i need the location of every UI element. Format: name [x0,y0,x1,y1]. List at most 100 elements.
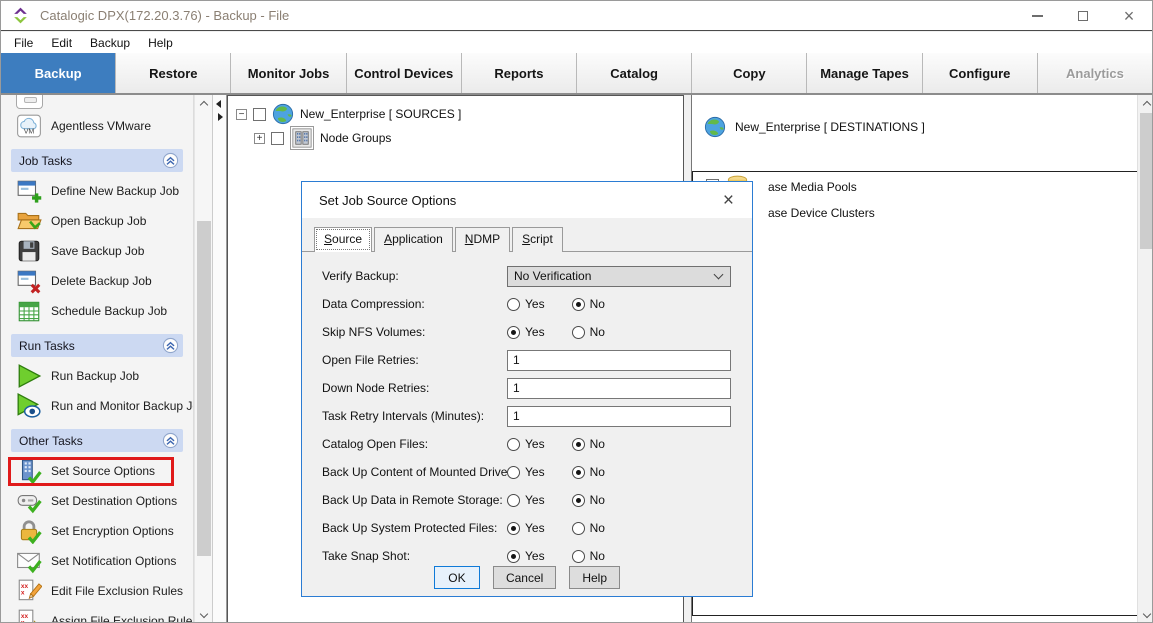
sidebar-splitter[interactable] [212,95,227,623]
radio-icon [572,466,585,479]
sidebar-item-open-backup-job[interactable]: Open Backup Job [1,206,179,236]
sidebar-item-agentless-vmware[interactable]: VM Agentless VMware [1,111,179,141]
tab-configure[interactable]: Configure [923,53,1038,93]
scrollbar-thumb[interactable] [197,221,211,556]
verify-backup-select[interactable]: No Verification [507,266,731,287]
tab-reports[interactable]: Reports [462,53,577,93]
sidebar-item-run-and-monitor-backup-job[interactable]: Run and Monitor Backup Job [1,391,179,421]
sidebar-item-save-backup-job[interactable]: Save Backup Job [1,236,179,266]
field-label: Task Retry Intervals (Minutes): [322,409,507,423]
radio-no[interactable]: No [572,465,605,479]
section-header-other-tasks[interactable]: Other Tasks [11,429,183,452]
sidebar-item-label: Run and Monitor Backup Job [51,399,194,413]
expand-right-icon[interactable] [218,113,223,121]
destination-panel: New_Enterprise [ DESTINATIONS ] ase Medi… [691,95,1137,623]
ok-button[interactable]: OK [434,566,480,589]
sidebar-item-delete-backup-job[interactable]: Delete Backup Job [1,266,179,296]
menu-edit[interactable]: Edit [42,34,81,52]
radio-yes[interactable]: Yes [507,521,545,535]
scroll-up-icon[interactable] [1138,95,1153,112]
scrollbar-thumb[interactable] [1140,113,1153,249]
dialog-close-icon[interactable]: × [717,191,740,210]
help-button[interactable]: Help [569,566,620,589]
section-header-run-tasks[interactable]: Run Tasks [11,334,183,357]
chevron-double-up-icon[interactable] [162,337,179,354]
tab-application[interactable]: Application [374,227,453,252]
tree-node-sources-root[interactable]: − New_Enterprise [ SOURCES ] [228,102,683,126]
task-retry-intervals-input[interactable] [507,406,731,427]
sidebar-item-set-encryption-options[interactable]: Set Encryption Options [1,516,179,546]
tab-script[interactable]: Script [512,227,563,252]
open-file-retries-input[interactable] [507,350,731,371]
backup-system-protected-files-radio-group: Yes No [507,521,731,535]
menu-file[interactable]: File [5,34,42,52]
menu-help[interactable]: Help [139,34,182,52]
destination-scrollbar[interactable] [1137,95,1153,623]
chevron-double-up-icon[interactable] [162,432,179,449]
radio-no[interactable]: No [572,325,605,339]
tab-restore[interactable]: Restore [116,53,231,93]
radio-label: Yes [525,493,545,507]
tab-monitor-jobs[interactable]: Monitor Jobs [231,53,346,93]
scroll-down-icon[interactable] [1138,607,1153,623]
sidebar-item-assign-file-exclusion-rule[interactable]: xxx Assign File Exclusion Rule [1,606,179,623]
radio-icon [507,550,520,563]
node-checkbox[interactable] [271,132,284,145]
tab-manage-tapes[interactable]: Manage Tapes [807,53,922,93]
expand-node-icon[interactable]: + [254,133,265,144]
radio-no[interactable]: No [572,437,605,451]
section-header-job-tasks[interactable]: Job Tasks [11,149,183,172]
radio-icon [572,438,585,451]
sidebar-item-edit-file-exclusion-rules[interactable]: xxx Edit File Exclusion Rules [1,576,179,606]
menu-backup[interactable]: Backup [81,34,139,52]
sidebar-item-schedule-backup-job[interactable]: Schedule Backup Job [1,296,179,326]
radio-no[interactable]: No [572,521,605,535]
tab-control-devices[interactable]: Control Devices [347,53,462,93]
maximize-button[interactable] [1060,1,1106,30]
node-checkbox[interactable] [253,108,266,121]
tab-backup[interactable]: Backup [1,53,116,93]
tab-source[interactable]: Source [314,227,372,252]
sidebar-item-define-new-backup-job[interactable]: Define New Backup Job [1,176,179,206]
field-label: Back Up Content of Mounted Drive: [322,465,507,479]
close-icon: × [1124,7,1135,25]
sidebar-item-set-source-options[interactable]: Set Source Options [1,456,179,486]
radio-yes[interactable]: Yes [507,549,545,563]
radio-yes[interactable]: Yes [507,493,545,507]
close-button[interactable]: × [1106,1,1152,30]
tab-copy[interactable]: Copy [692,53,807,93]
node-groups-icon [290,126,314,150]
scroll-down-icon[interactable] [195,607,213,623]
radio-label: Yes [525,549,545,563]
radio-no[interactable]: No [572,549,605,563]
radio-no[interactable]: No [572,493,605,507]
field-label: Data Compression: [322,297,507,311]
chevron-double-up-icon[interactable] [162,152,179,169]
cancel-button[interactable]: Cancel [493,566,556,589]
minimize-button[interactable] [1014,1,1060,30]
backup-data-remote-storage-row: Back Up Data in Remote Storage: Yes No [322,486,752,514]
tab-ndmp[interactable]: NDMP [455,227,510,252]
sidebar-item-run-backup-job[interactable]: Run Backup Job [1,361,179,391]
radio-no[interactable]: No [572,297,605,311]
destination-root[interactable]: New_Enterprise [ DESTINATIONS ] [692,95,1137,138]
sidebar-item-set-notification-options[interactable]: Set Notification Options [1,546,179,576]
radio-yes[interactable]: Yes [507,437,545,451]
field-label: Verify Backup: [322,269,507,283]
radio-yes[interactable]: Yes [507,325,545,339]
radio-yes[interactable]: Yes [507,465,545,479]
maximize-icon [1078,11,1088,21]
minimize-icon [1032,15,1043,17]
down-node-retries-input[interactable] [507,378,731,399]
scroll-up-icon[interactable] [195,95,213,112]
play-monitor-icon [16,393,42,419]
collapse-left-icon[interactable] [216,100,221,108]
sidebar-scrollbar[interactable] [194,95,212,623]
tree-node-node-groups[interactable]: + Node Groups [228,126,683,150]
radio-label: Yes [525,297,545,311]
radio-yes[interactable]: Yes [507,297,545,311]
sidebar-item-set-destination-options[interactable]: Set Destination Options [1,486,179,516]
tab-catalog[interactable]: Catalog [577,53,692,93]
collapse-node-icon[interactable]: − [236,109,247,120]
sidebar-item-label: Set Notification Options [51,554,176,568]
